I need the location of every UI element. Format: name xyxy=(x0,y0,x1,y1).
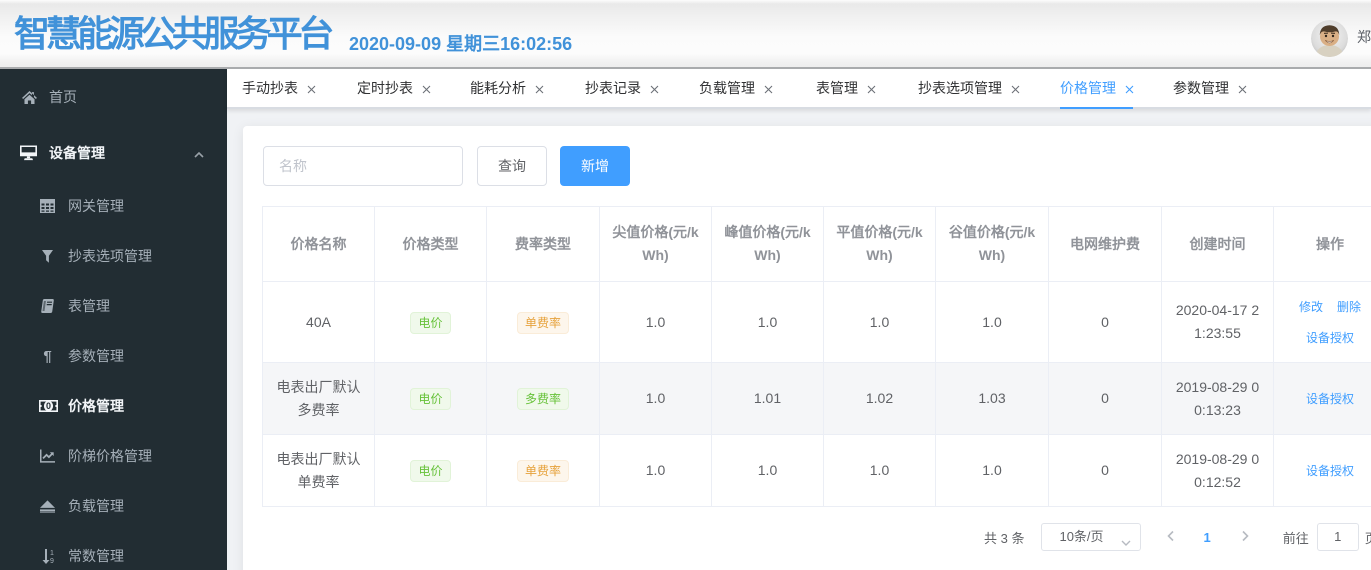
svg-text:9: 9 xyxy=(50,558,54,564)
svg-text:1: 1 xyxy=(50,550,54,557)
svg-text:0: 0 xyxy=(46,401,51,411)
